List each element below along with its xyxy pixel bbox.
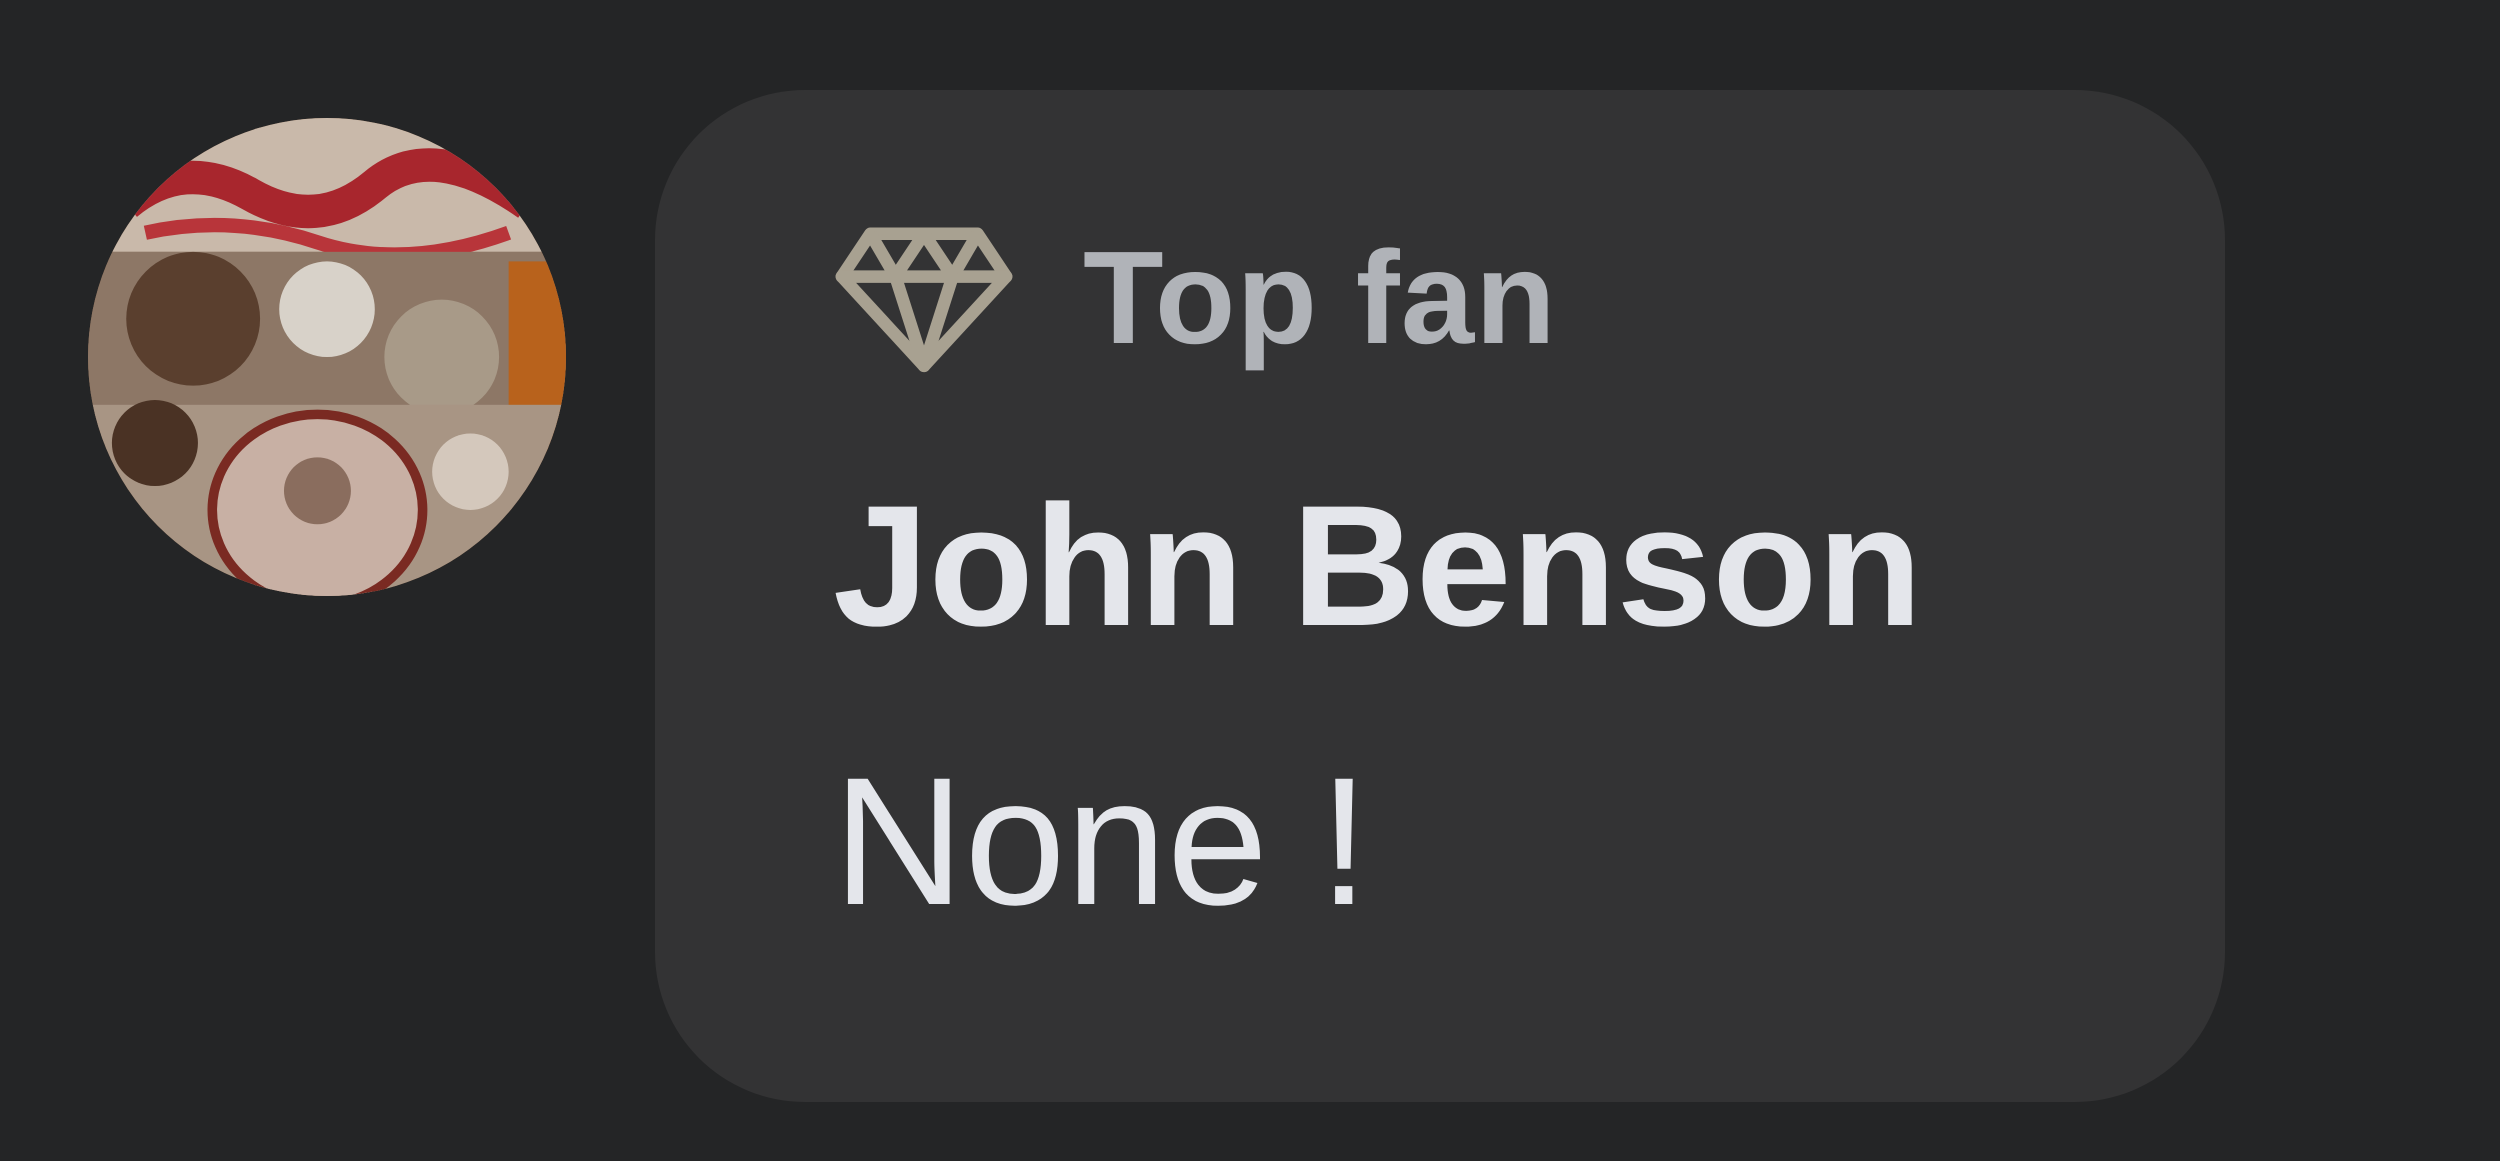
avatar[interactable]	[88, 118, 566, 596]
diamond-icon	[835, 227, 1013, 373]
comment-canvas: Top fan John Benson None !	[0, 0, 2500, 1161]
comment-text: None !	[833, 739, 1370, 943]
badge-label: Top fan	[1083, 224, 1557, 371]
avatar-image	[88, 118, 566, 596]
top-fan-badge[interactable]: Top fan	[833, 218, 1557, 378]
author-name[interactable]: John Benson	[833, 480, 1922, 652]
comment-bubble: Top fan John Benson None !	[655, 90, 2225, 1102]
